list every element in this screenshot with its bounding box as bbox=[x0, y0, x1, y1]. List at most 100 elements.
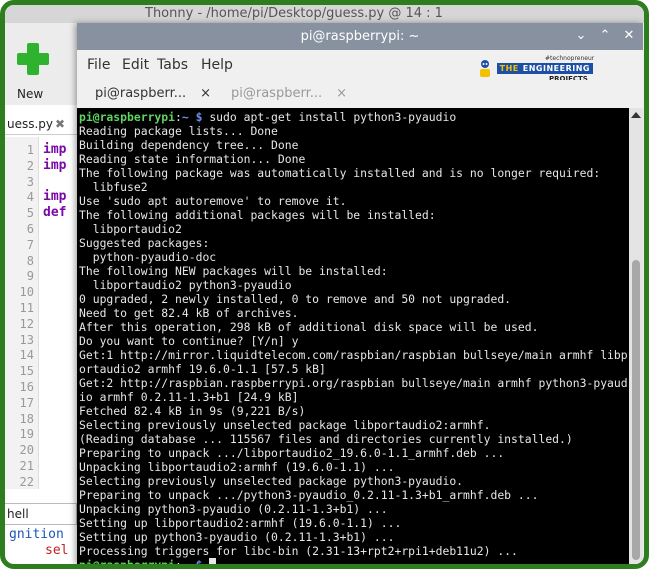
shell-output-line: sel bbox=[45, 543, 69, 558]
close-icon[interactable]: ✖ bbox=[55, 117, 65, 131]
prompt-separator: : bbox=[175, 110, 182, 124]
screenshot-frame: Thonny - /home/pi/Desktop/guess.py @ 14 … bbox=[0, 0, 649, 569]
new-file-button[interactable]: New bbox=[11, 29, 59, 101]
line-number: 4 bbox=[26, 190, 34, 205]
output-line: (Reading database ... 115567 files and d… bbox=[79, 432, 573, 446]
robot-logo-icon bbox=[480, 60, 490, 77]
command-text: sudo apt-get install python3-pyaudio bbox=[209, 110, 457, 124]
thonny-toolbar: New bbox=[5, 23, 77, 105]
terminal-scrollbar[interactable] bbox=[629, 108, 643, 564]
output-line: Reading state information... Done bbox=[79, 152, 306, 166]
line-number: 22 bbox=[19, 474, 34, 489]
output-line: Selecting previously unselected package … bbox=[79, 474, 464, 488]
output-line: Reading package lists... Done bbox=[79, 124, 278, 138]
editor-tab-label: uess.py bbox=[7, 117, 54, 131]
output-line: Fetched 82.4 kB in 9s (9,221 B/s) bbox=[79, 404, 306, 418]
output-line: libportaudio2 bbox=[79, 222, 182, 236]
code-line: imp bbox=[43, 189, 67, 205]
output-line: Do you want to continue? [Y/n] y bbox=[79, 334, 299, 348]
logo-tagline: #technopreneur bbox=[545, 55, 595, 62]
output-line: ortaudio2 armhf 19.6.0-1.1 [57.5 kB] bbox=[79, 362, 326, 376]
current-prompt-line[interactable]: pi@raspberrypi:~ $ bbox=[79, 558, 217, 565]
text-cursor bbox=[209, 558, 217, 564]
output-line: Setting up python3-pyaudio (0.2.11-1.3+b… bbox=[79, 530, 395, 544]
output-line: Get:2 http://raspbian.raspberrypi.org/ra… bbox=[79, 376, 628, 390]
prompt-separator: : bbox=[175, 558, 182, 565]
shell-output-line: gnition bbox=[9, 527, 64, 542]
terminal-tab-label: pi@raspberr... bbox=[231, 86, 323, 101]
output-line: Processing triggers for libc-bin (2.31-1… bbox=[79, 544, 518, 558]
line-number: 13 bbox=[19, 332, 34, 347]
prompt-path: ~ $ bbox=[181, 110, 203, 124]
terminal-window: pi@raspberrypi: ~ ⌄ ⌃ ✕ File Edit Tabs H… bbox=[77, 23, 643, 565]
output-line: libportaudio2 python3-pyaudio bbox=[79, 278, 292, 292]
new-button-label: New bbox=[17, 87, 44, 101]
minimize-icon[interactable]: ⌄ bbox=[571, 26, 591, 46]
line-number: 6 bbox=[26, 222, 34, 236]
line-number: 7 bbox=[26, 237, 34, 252]
terminal-titlebar: pi@raspberrypi: ~ ⌄ ⌃ ✕ bbox=[77, 23, 643, 50]
plus-icon bbox=[17, 43, 49, 75]
menu-edit[interactable]: Edit bbox=[122, 50, 149, 80]
output-line: Get:1 http://mirror.liquidtelecom.com/ra… bbox=[79, 348, 628, 362]
line-number: 18 bbox=[19, 411, 34, 426]
terminal-tabbar: pi@raspberr... × pi@raspberr... × bbox=[77, 80, 643, 108]
output-line: Use 'sudo apt autoremove' to remove it. bbox=[79, 194, 347, 208]
output-line: The following package was automatically … bbox=[79, 166, 601, 180]
line-number: 3 bbox=[26, 174, 34, 189]
shell-tab[interactable]: hell bbox=[5, 503, 77, 525]
output-line: libfuse2 bbox=[79, 180, 148, 194]
logo-the: THE bbox=[499, 64, 519, 73]
terminal-tab-label: pi@raspberr... bbox=[95, 86, 187, 101]
line-number: 12 bbox=[19, 316, 34, 331]
prompt-user-host: pi@raspberrypi bbox=[79, 110, 176, 124]
command-line: pi@raspberrypi:~ $ sudo apt-get install … bbox=[79, 110, 456, 124]
output-line: Building dependency tree... Done bbox=[79, 138, 299, 152]
line-number: 15 bbox=[19, 364, 34, 379]
line-number: 16 bbox=[19, 380, 34, 394]
line-number: 20 bbox=[19, 443, 34, 458]
close-tab-icon[interactable]: × bbox=[200, 86, 211, 101]
prompt-user-host: pi@raspberrypi bbox=[79, 558, 176, 565]
code-editor[interactable]: 1 2 3 4 5 6 7 8 9 10 11 12 13 14 15 16 17 18 19 20 21 22 imp i… bbox=[5, 137, 77, 489]
menu-help[interactable]: Help bbox=[201, 50, 233, 80]
close-tab-icon[interactable]: × bbox=[336, 86, 347, 101]
output-line: 0 upgraded, 2 newly installed, 0 to remo… bbox=[79, 292, 512, 306]
close-icon[interactable]: ✕ bbox=[619, 26, 639, 46]
output-line: Need to get 82.4 kB of archives. bbox=[79, 306, 299, 320]
output-line: Preparing to unpack .../libportaudio2_19… bbox=[79, 446, 505, 460]
output-line: The following additional packages will b… bbox=[79, 208, 436, 222]
logo-banner: THE ENGINEERING bbox=[497, 63, 593, 74]
output-line: Setting up libportaudio2:armhf (19.6.0-1… bbox=[79, 516, 402, 530]
editor-tab-guess-py[interactable]: uess.py ✖ bbox=[5, 113, 77, 135]
line-number: 17 bbox=[19, 395, 34, 410]
output-line: Selecting previously unselected package … bbox=[79, 418, 491, 432]
line-number: 10 bbox=[19, 285, 34, 300]
line-number: 21 bbox=[19, 459, 34, 473]
terminal-tab-2[interactable]: pi@raspberr... × bbox=[231, 82, 347, 106]
code-line: imp bbox=[43, 142, 67, 157]
line-number: 2 bbox=[26, 158, 34, 173]
line-number: 14 bbox=[19, 348, 34, 363]
menu-file[interactable]: File bbox=[87, 50, 110, 80]
scroll-thumb[interactable] bbox=[632, 260, 640, 560]
output-line: The following NEW packages will be insta… bbox=[79, 264, 388, 278]
maximize-icon[interactable]: ⌃ bbox=[595, 26, 615, 46]
output-line: io armhf 0.2.11-1.3+b1 [24.9 kB] bbox=[79, 390, 299, 404]
prompt-path: ~ $ bbox=[181, 558, 203, 565]
line-number: 11 bbox=[19, 301, 34, 315]
line-number: 8 bbox=[26, 253, 34, 268]
line-number: 5 bbox=[26, 206, 34, 221]
line-number: 19 bbox=[19, 427, 34, 442]
menu-tabs[interactable]: Tabs bbox=[157, 50, 188, 80]
scroll-up-arrow-icon[interactable] bbox=[631, 112, 641, 118]
line-number: 1 bbox=[26, 143, 34, 157]
code-line: imp bbox=[43, 157, 67, 173]
output-line: Unpacking python3-pyaudio (0.2.11-1.3+b1… bbox=[79, 502, 388, 516]
terminal-console[interactable]: pi@raspberrypi:~ $ sudo apt-get install … bbox=[77, 108, 629, 565]
output-line: Suggested packages: bbox=[79, 236, 210, 250]
terminal-tab-1[interactable]: pi@raspberr... × bbox=[95, 82, 211, 106]
thonny-window-title: Thonny - /home/pi/Desktop/guess.py @ 14 … bbox=[5, 5, 644, 23]
line-number-gutter: 1 2 3 4 5 6 7 8 9 10 11 12 13 14 15 16 17 18 19 20 21 22 bbox=[5, 137, 39, 489]
code-line: def bbox=[43, 205, 67, 221]
